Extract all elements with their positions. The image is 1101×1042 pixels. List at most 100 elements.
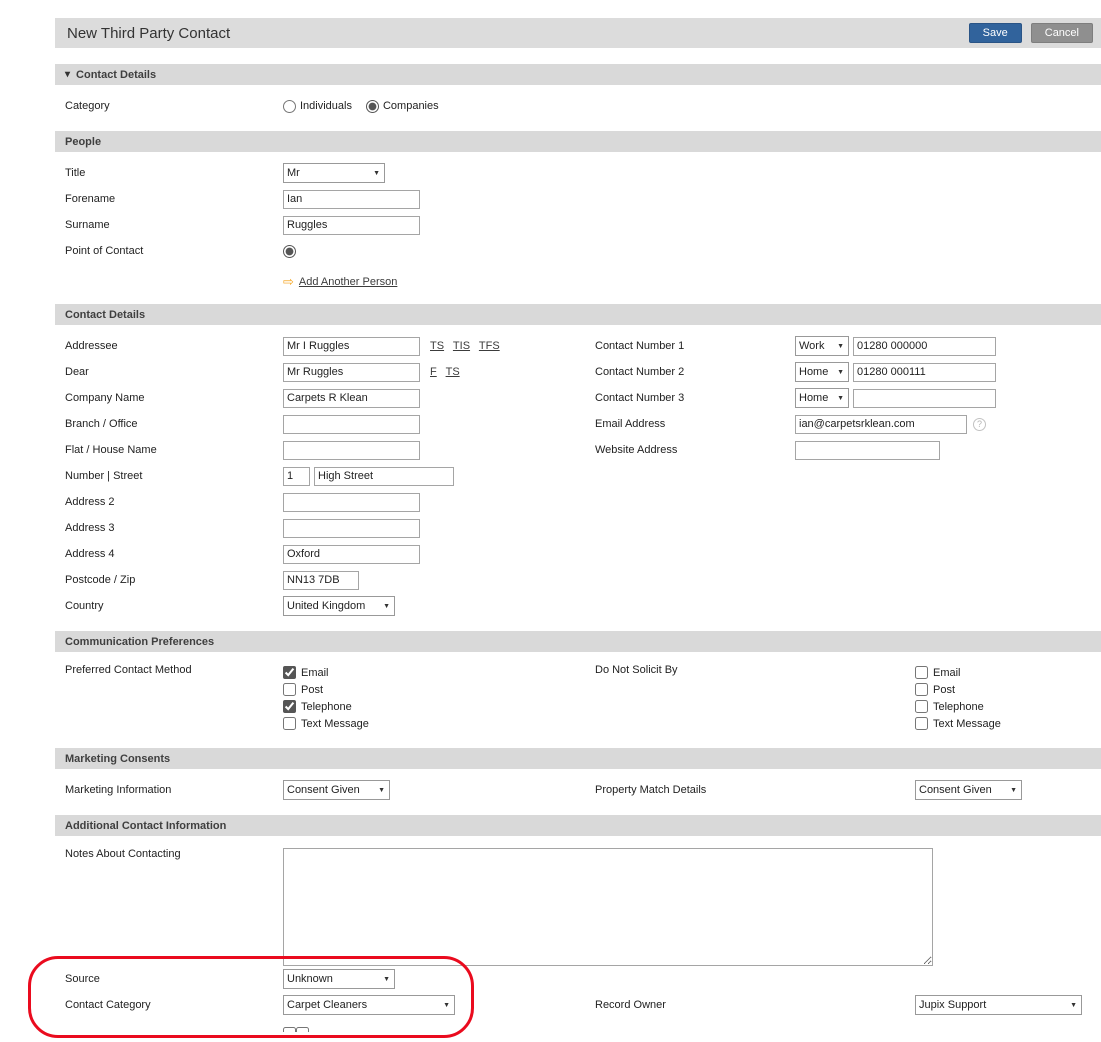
contact-number3-input[interactable] (853, 388, 996, 408)
solicit-email-checkbox[interactable] (915, 666, 928, 679)
contact-number2-label: Contact Number 2 (595, 366, 685, 378)
contact-number2-input[interactable] (853, 362, 996, 382)
section-people: People (55, 131, 1101, 152)
solicit-telephone-item: Telephone (915, 700, 1001, 713)
add-arrow-icon: ⇨ (283, 274, 294, 289)
dear-input[interactable] (283, 362, 420, 382)
contact-number1-row: Contact Number 1 Work (585, 333, 1101, 359)
dear-ts-link[interactable]: TS (446, 366, 460, 378)
address2-input[interactable] (283, 492, 420, 512)
title-select[interactable]: Mr (283, 163, 385, 183)
branch-office-row: Branch / Office (55, 411, 585, 437)
source-select[interactable]: Unknown (283, 969, 395, 989)
address4-input[interactable] (283, 544, 420, 564)
title-select-wrap: Mr (283, 163, 385, 183)
save-button[interactable]: Save (968, 23, 1022, 43)
notes-label: Notes About Contacting (65, 848, 181, 860)
individuals-label: Individuals (300, 100, 352, 112)
record-owner-select[interactable]: Jupix Support (915, 995, 1082, 1015)
contact-details-left-column: Addressee TS TIS TFS Dear F TS (55, 333, 585, 619)
contact-number1-type-select[interactable]: Work (795, 336, 849, 356)
preferred-telephone-label: Telephone (301, 700, 352, 713)
individuals-option: Individuals (283, 99, 352, 113)
property-match-row: Property Match Details Consent Given (585, 777, 1101, 803)
collapse-arrow-icon[interactable]: ▾ (65, 69, 70, 80)
addressee-tis-link[interactable]: TIS (453, 340, 470, 352)
preferred-contact-column: Preferred Contact Method Email Post Tele… (55, 660, 585, 736)
addressee-ts-link[interactable]: TS (430, 340, 444, 352)
dear-row: Dear F TS (55, 359, 585, 385)
contact-number3-row: Contact Number 3 Home (585, 385, 1101, 411)
addressee-tfs-link[interactable]: TFS (479, 340, 500, 352)
forename-input[interactable] (283, 189, 420, 209)
dear-links: F TS (430, 366, 466, 378)
section-contact-details-title2: Contact Details (65, 308, 146, 321)
surname-label: Surname (65, 219, 110, 231)
email-input[interactable] (795, 414, 967, 434)
preferred-textmessage-checkbox[interactable] (283, 717, 296, 730)
flat-house-input[interactable] (283, 440, 420, 460)
address3-label: Address 3 (65, 522, 115, 534)
individuals-radio[interactable] (283, 99, 296, 113)
marketing-information-select[interactable]: Consent Given (283, 780, 390, 800)
help-icon[interactable]: ? (973, 417, 986, 431)
category-label: Category (65, 100, 110, 112)
flat-house-row: Flat / House Name (55, 437, 585, 463)
company-name-input[interactable] (283, 388, 420, 408)
companies-radio[interactable] (365, 99, 379, 113)
titlebar: New Third Party Contact Save Cancel (55, 18, 1101, 48)
preferred-contact-row: Preferred Contact Method Email Post Tele… (55, 660, 585, 736)
solicit-post-checkbox[interactable] (915, 683, 928, 696)
clipped-right-checkbox[interactable] (296, 1027, 309, 1032)
category-row: Category Individuals Companies (55, 93, 1101, 119)
addressee-input[interactable] (283, 336, 420, 356)
house-number-input[interactable] (283, 466, 310, 486)
street-input[interactable] (314, 466, 454, 486)
website-label: Website Address (595, 444, 678, 456)
contact-number2-type-select[interactable]: Home (795, 362, 849, 382)
do-not-solicit-row: Do Not Solicit By Email Post Telephone T… (585, 660, 1101, 736)
notes-textarea[interactable] (283, 848, 933, 966)
solicit-textmessage-checkbox[interactable] (915, 717, 928, 730)
forename-label: Forename (65, 193, 116, 205)
solicit-telephone-checkbox[interactable] (915, 700, 928, 713)
address4-label: Address 4 (65, 548, 115, 560)
branch-office-input[interactable] (283, 414, 420, 434)
section-contact-details-title: Contact Details (76, 68, 157, 81)
section-communication-preferences: Communication Preferences (55, 631, 1101, 652)
clipped-left-checkbox[interactable] (283, 1027, 296, 1032)
country-select[interactable]: United Kingdom (283, 596, 395, 616)
marketing-information-column: Marketing Information Consent Given (55, 777, 585, 803)
postcode-input[interactable] (283, 570, 359, 590)
preferred-email-checkbox[interactable] (283, 666, 296, 679)
property-match-select[interactable]: Consent Given (915, 780, 1022, 800)
contact-number2-type-wrap: Home (795, 362, 849, 382)
surname-input[interactable] (283, 215, 420, 235)
contact-number3-type-select[interactable]: Home (795, 388, 849, 408)
preferred-email-item: Email (283, 666, 369, 679)
add-another-person-link[interactable]: Add Another Person (299, 276, 397, 288)
contact-number3-label: Contact Number 3 (595, 392, 685, 404)
contact-number1-label: Contact Number 1 (595, 340, 685, 352)
address2-row: Address 2 (55, 489, 585, 515)
contact-number1-input[interactable] (853, 336, 996, 356)
address3-input[interactable] (283, 518, 420, 538)
preferred-email-label: Email (301, 666, 329, 679)
annotated-region: Source Unknown Contact Category Carpet C… (28, 956, 1101, 1038)
cancel-button[interactable]: Cancel (1030, 23, 1093, 43)
addressee-label: Addressee (65, 340, 118, 352)
page-title: New Third Party Contact (67, 24, 231, 42)
new-third-party-contact-form: New Third Party Contact Save Cancel ▾ Co… (28, 18, 1101, 1042)
website-input[interactable] (795, 440, 940, 460)
preferred-telephone-checkbox[interactable] (283, 700, 296, 713)
number-street-label: Number | Street (65, 470, 143, 482)
point-of-contact-radio[interactable] (283, 244, 296, 258)
section-contact-details-toggle[interactable]: ▾ Contact Details (55, 64, 1101, 85)
contact-number2-row: Contact Number 2 Home (585, 359, 1101, 385)
marketing-information-select-wrap: Consent Given (283, 780, 390, 800)
dear-label: Dear (65, 366, 89, 378)
preferred-post-checkbox[interactable] (283, 683, 296, 696)
dear-f-link[interactable]: F (430, 366, 437, 378)
contact-category-select[interactable]: Carpet Cleaners (283, 995, 455, 1015)
country-row: Country United Kingdom (55, 593, 585, 619)
